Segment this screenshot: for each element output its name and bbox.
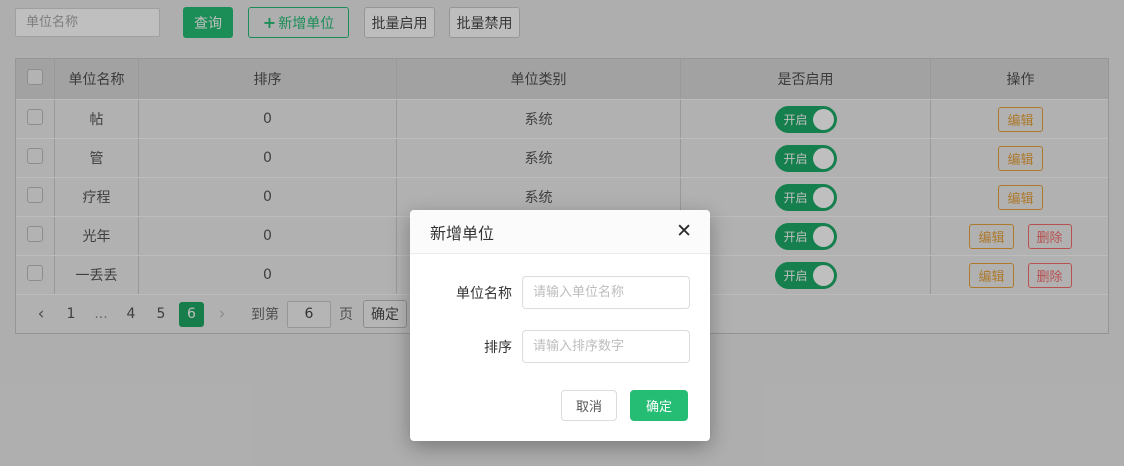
sort-label: 排序: [410, 337, 512, 357]
unit-management-page: 查询 + 新增单位 批量启用 批量禁用 单位名称 排序 单位类别 是否启用 操作…: [0, 0, 1124, 466]
modal-title: 新增单位: [430, 220, 494, 244]
confirm-button[interactable]: 确定: [630, 390, 688, 421]
modal-body: 单位名称 排序: [410, 254, 710, 386]
add-unit-modal: 新增单位 ✕ 单位名称 排序 取消 确定: [410, 210, 710, 441]
modal-header: 新增单位 ✕: [410, 210, 710, 254]
cancel-button[interactable]: 取消: [561, 390, 617, 421]
unit-name-label: 单位名称: [410, 283, 512, 303]
unit-name-field[interactable]: [522, 276, 690, 309]
modal-footer: 取消 确定: [410, 386, 710, 441]
close-icon[interactable]: ✕: [676, 222, 692, 241]
sort-field[interactable]: [522, 330, 690, 363]
